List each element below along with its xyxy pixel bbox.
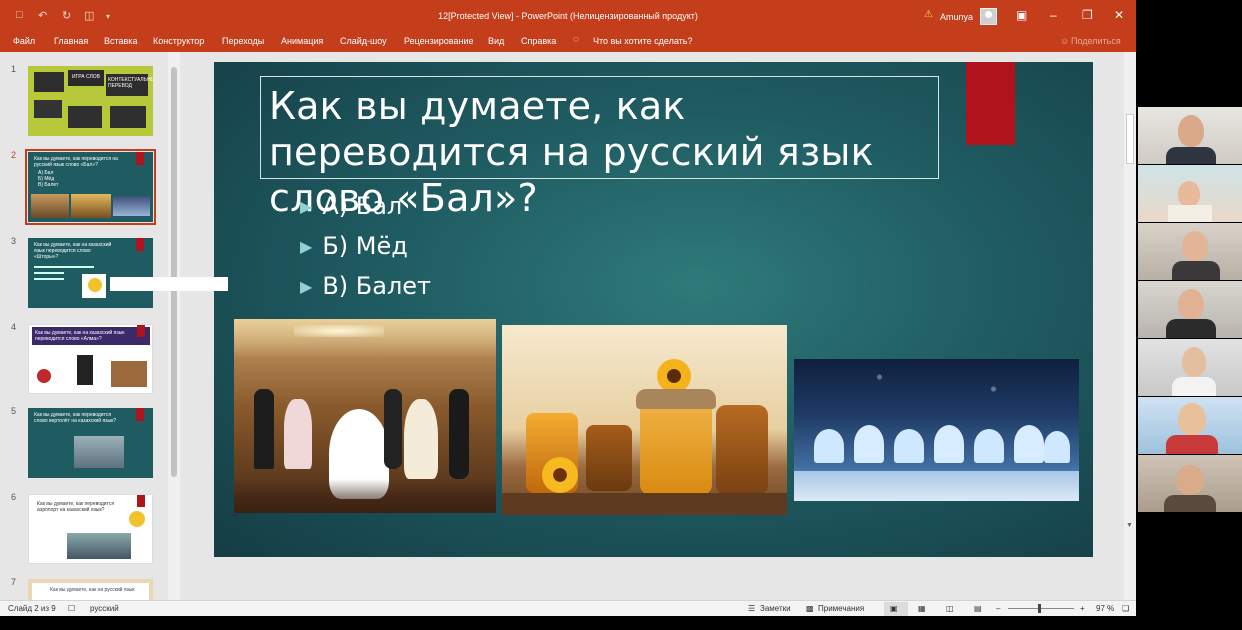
- bullet-text: В) Балет: [322, 272, 432, 300]
- thumbnail-slide-6[interactable]: Как вы думаете, как переводится аэропорт…: [28, 494, 153, 564]
- warning-icon: ⚠: [924, 9, 933, 20]
- user-name[interactable]: Amunya: [940, 12, 973, 22]
- thumbnail-text: КОНТЕКСТУАЛЬНЫЙ ПЕРЕВОД: [108, 77, 153, 89]
- spellcheck-icon[interactable]: ☐: [68, 604, 75, 613]
- bullet-text: А) Бал: [322, 192, 403, 220]
- reading-view-icon[interactable]: ◫: [946, 604, 954, 613]
- ballroom-dance-image: [234, 319, 496, 513]
- thumbnail-slide-5[interactable]: Как вы думаете, как переводится слово ве…: [28, 408, 153, 478]
- share-icon[interactable]: ☺: [1060, 36, 1069, 46]
- participant-video[interactable]: [1138, 107, 1242, 164]
- thumbnail-text: Как вы думаете, как переводится слово ве…: [34, 412, 117, 424]
- participant-video[interactable]: [1138, 339, 1242, 396]
- powerpoint-window: □ ↶ ↻ ◫ ▾ 12[Protected View] - PowerPoin…: [0, 0, 1136, 616]
- tab-slideshow[interactable]: Слайд-шоу: [340, 36, 387, 46]
- thumbnail-text: В) Балет: [38, 182, 59, 188]
- thumbnail-number: 7: [11, 577, 17, 587]
- bullet-item: ▶ А) Бал: [300, 192, 402, 220]
- bullet-text: Б) Мёд: [322, 232, 408, 260]
- close-icon[interactable]: ✕: [1114, 8, 1124, 22]
- thumbnail-number: 4: [11, 322, 17, 332]
- thumbnail-text: Как вы думаете, как на казахский язык пе…: [34, 242, 112, 260]
- lightbulb-icon: ◌: [573, 34, 579, 45]
- thumbnail-slide-3[interactable]: Как вы думаете, как на казахский язык пе…: [28, 238, 153, 308]
- slide-scrollbar[interactable]: ▼: [1124, 52, 1136, 600]
- thumbnail-text: ИГРА СЛОВ: [72, 74, 100, 80]
- status-bar: Слайд 2 из 9 ☐ русский ☰ Заметки ▩ Приме…: [0, 600, 1136, 616]
- tab-transitions[interactable]: Переходы: [222, 36, 264, 46]
- bullet-item: ▶ В) Балет: [300, 272, 431, 300]
- thumbnail-number: 1: [11, 64, 17, 74]
- tab-review[interactable]: Рецензирование: [404, 36, 474, 46]
- tab-home[interactable]: Главная: [54, 36, 88, 46]
- notes-icon[interactable]: ☰: [748, 604, 755, 613]
- zoom-in-icon[interactable]: +: [1080, 604, 1085, 613]
- thumbnail-number: 3: [11, 236, 17, 246]
- white-overlay-strip: [110, 277, 228, 291]
- slide-thumbnails-pane: 1 ИГРА СЛОВ КОНТЕКСТУАЛЬНЫЙ ПЕРЕВОД 2 Ка…: [0, 52, 168, 600]
- language-indicator[interactable]: русский: [90, 604, 119, 613]
- participant-video[interactable]: [1138, 455, 1242, 512]
- zoom-slider-handle[interactable]: [1038, 604, 1041, 613]
- bullet-arrow-icon: ▶: [300, 277, 313, 296]
- slide-counter: Слайд 2 из 9: [8, 604, 56, 613]
- minimize-icon[interactable]: –: [1050, 8, 1057, 22]
- zoom-out-icon[interactable]: –: [996, 604, 1000, 613]
- thumbnail-text: Как вы думаете, как на казахский язык пе…: [35, 330, 125, 342]
- ribbon-tabs: Файл Главная Вставка Конструктор Переход…: [0, 32, 1136, 52]
- restore-ribbon-icon[interactable]: ▣: [1016, 8, 1027, 22]
- slide-sorter-icon[interactable]: ▦: [918, 604, 926, 613]
- tell-me-search[interactable]: Что вы хотите сделать?: [593, 36, 693, 46]
- tab-view[interactable]: Вид: [488, 36, 504, 46]
- share-button[interactable]: Поделиться: [1071, 36, 1121, 46]
- thumbnail-slide-2[interactable]: Как вы думаете, как переводится на русск…: [25, 149, 156, 225]
- current-slide: Как вы думаете, как переводится на русск…: [214, 62, 1093, 557]
- slide-title-box[interactable]: Как вы думаете, как переводится на русск…: [260, 76, 939, 220]
- bullet-item: ▶ Б) Мёд: [300, 232, 408, 260]
- red-accent-tab: [966, 62, 1015, 145]
- zoom-level[interactable]: 97 %: [1096, 604, 1114, 613]
- bullet-arrow-icon: ▶: [300, 237, 313, 256]
- maximize-icon[interactable]: ❐: [1082, 8, 1093, 22]
- thumbnail-scrollbar[interactable]: [168, 52, 180, 600]
- comments-icon[interactable]: ▩: [806, 604, 814, 613]
- ballet-image: [794, 359, 1079, 501]
- zoom-slider[interactable]: [1008, 608, 1074, 609]
- video-call-gallery: [1138, 107, 1242, 515]
- thumbnail-number: 5: [11, 406, 17, 416]
- thumbnail-slide-1[interactable]: ИГРА СЛОВ КОНТЕКСТУАЛЬНЫЙ ПЕРЕВОД: [28, 66, 153, 136]
- thumbnail-text: Как вы думаете, как переводится аэропорт…: [37, 501, 115, 513]
- participant-video[interactable]: [1138, 281, 1242, 338]
- tab-animations[interactable]: Анимация: [281, 36, 323, 46]
- thumbnail-text: Как вы думаете, как переводится на русск…: [34, 156, 118, 168]
- participant-video[interactable]: [1138, 165, 1242, 222]
- tab-insert[interactable]: Вставка: [104, 36, 137, 46]
- thumbnail-text: Как вы думаете, как на русский язык: [50, 587, 135, 593]
- slideshow-view-icon[interactable]: ▤: [974, 604, 982, 613]
- avatar[interactable]: [980, 8, 997, 25]
- fit-slide-icon[interactable]: ❏: [1122, 604, 1129, 613]
- bullet-arrow-icon: ▶: [300, 197, 313, 216]
- thumbnail-slide-7[interactable]: Как вы думаете, как на русский язык: [28, 579, 153, 600]
- participant-video[interactable]: [1138, 223, 1242, 280]
- notes-button[interactable]: Заметки: [760, 604, 791, 613]
- tab-design[interactable]: Конструктор: [153, 36, 204, 46]
- tab-help[interactable]: Справка: [521, 36, 556, 46]
- participant-video[interactable]: [1138, 397, 1242, 454]
- thumbnail-number: 6: [11, 492, 17, 502]
- thumbnail-slide-4[interactable]: Как вы думаете, как на казахский язык пе…: [28, 324, 153, 394]
- thumbnail-number: 2: [11, 150, 17, 160]
- tab-file[interactable]: Файл: [13, 36, 35, 46]
- scroll-down-icon[interactable]: ▼: [1126, 522, 1133, 529]
- comments-button[interactable]: Примечания: [818, 604, 864, 613]
- honey-jars-image: [502, 325, 787, 515]
- title-bar: □ ↶ ↻ ◫ ▾ 12[Protected View] - PowerPoin…: [0, 0, 1136, 32]
- normal-view-icon[interactable]: ▣: [890, 604, 898, 613]
